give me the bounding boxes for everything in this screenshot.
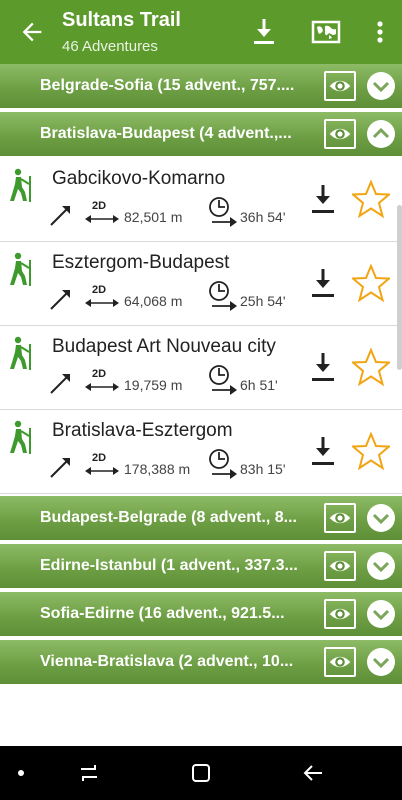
adventure-name: Bratislava-Esztergom <box>52 420 233 441</box>
app-bar: Sultans Trail 46 Adventures <box>0 0 402 64</box>
chevron-down-icon[interactable] <box>367 72 395 100</box>
group-title: Edirne-Istanbul (1 advent., 337.3... <box>40 557 298 574</box>
elevation-slope-icon <box>50 290 70 310</box>
distance-2d-icon: 2D <box>84 200 120 228</box>
overflow-menu-icon[interactable] <box>364 16 396 48</box>
group-header[interactable]: Belgrade-Sofia (15 advent., 757.... <box>0 64 402 110</box>
visibility-eye-icon[interactable] <box>324 647 356 677</box>
hiker-icon <box>10 252 31 286</box>
adventure-duration: 25h 54' <box>240 293 286 309</box>
distance-2d-icon: 2D <box>84 368 120 396</box>
group-header[interactable]: Vienna-Bratislava (2 advent., 10... <box>0 640 402 686</box>
chevron-down-icon[interactable] <box>367 552 395 580</box>
group-title: Budapest-Belgrade (8 advent., 8... <box>40 509 297 526</box>
adventure-distance: 178,388 m <box>124 461 191 477</box>
download-icon[interactable] <box>310 184 336 214</box>
home-icon[interactable] <box>188 760 214 786</box>
group-header[interactable]: Sofia-Edirne (16 advent., 921.5... <box>0 592 402 638</box>
hiker-icon <box>10 168 31 202</box>
distance-2d-icon: 2D <box>84 452 120 480</box>
back-icon[interactable] <box>300 760 326 786</box>
back-arrow-icon[interactable] <box>18 18 46 46</box>
elevation-slope-icon <box>50 458 70 478</box>
visibility-eye-icon[interactable] <box>324 119 356 149</box>
hiker-icon <box>10 420 31 454</box>
duration-clock-icon <box>209 197 237 227</box>
elevation-slope-icon <box>50 374 70 394</box>
adventure-row[interactable]: Budapest Art Nouveau city 2D 19,759 m 6h… <box>0 326 402 410</box>
adventure-duration: 36h 54' <box>240 209 286 225</box>
duration-clock-icon <box>209 365 237 395</box>
distance-2d-label: 2D <box>92 368 107 380</box>
duration-clock-icon <box>209 281 237 311</box>
map-icon[interactable] <box>310 16 342 48</box>
group-title: Belgrade-Sofia (15 advent., 757.... <box>40 77 295 94</box>
visibility-eye-icon[interactable] <box>324 599 356 629</box>
favorite-star-icon[interactable] <box>352 348 390 386</box>
visibility-eye-icon[interactable] <box>324 503 356 533</box>
download-icon[interactable] <box>310 352 336 382</box>
favorite-star-icon[interactable] <box>352 432 390 470</box>
adventure-distance: 19,759 m <box>124 377 183 393</box>
adventure-name: Budapest Art Nouveau city <box>52 336 276 357</box>
download-icon[interactable] <box>310 268 336 298</box>
chevron-up-icon[interactable] <box>367 120 395 148</box>
group-title: Sofia-Edirne (16 advent., 921.5... <box>40 605 285 622</box>
distance-2d-label: 2D <box>92 452 107 464</box>
distance-2d-label: 2D <box>92 200 107 212</box>
chevron-down-icon[interactable] <box>367 600 395 628</box>
page-title: Sultans Trail <box>62 9 181 31</box>
duration-clock-icon <box>209 449 237 479</box>
system-nav-bar <box>0 746 402 800</box>
adventure-distance: 82,501 m <box>124 209 183 225</box>
adventure-row[interactable]: Gabcikovo-Komarno 2D 82,501 m 36h 54' <box>0 158 402 242</box>
distance-2d-icon: 2D <box>84 284 120 312</box>
visibility-eye-icon[interactable] <box>324 551 356 581</box>
hiker-icon <box>10 336 31 370</box>
visibility-eye-icon[interactable] <box>324 71 356 101</box>
favorite-star-icon[interactable] <box>352 180 390 218</box>
download-icon[interactable] <box>310 436 336 466</box>
recent-apps-icon[interactable] <box>76 760 102 786</box>
download-icon[interactable] <box>248 16 280 48</box>
group-header[interactable]: Edirne-Istanbul (1 advent., 337.3... <box>0 544 402 590</box>
scrollbar-thumb[interactable] <box>397 205 402 370</box>
adventure-distance: 64,068 m <box>124 293 183 309</box>
group-header[interactable]: Bratislava-Budapest (4 advent.,... <box>0 112 402 158</box>
dot-indicator-icon[interactable] <box>8 760 34 786</box>
adventure-name: Esztergom-Budapest <box>52 252 230 273</box>
adventure-name: Gabcikovo-Komarno <box>52 168 226 189</box>
favorite-star-icon[interactable] <box>352 264 390 302</box>
adventure-row[interactable]: Bratislava-Esztergom 2D 178,388 m 83h 15… <box>0 410 402 494</box>
chevron-down-icon[interactable] <box>367 648 395 676</box>
group-header[interactable]: Budapest-Belgrade (8 advent., 8... <box>0 496 402 542</box>
page-subtitle: 46 Adventures <box>62 38 158 55</box>
adventure-duration: 6h 51' <box>240 377 278 393</box>
group-title: Vienna-Bratislava (2 advent., 10... <box>40 653 294 670</box>
elevation-slope-icon <box>50 206 70 226</box>
chevron-down-icon[interactable] <box>367 504 395 532</box>
group-title: Bratislava-Budapest (4 advent.,... <box>40 125 292 142</box>
adventure-duration: 83h 15' <box>240 461 286 477</box>
adventure-row[interactable]: Esztergom-Budapest 2D 64,068 m 25h 54' <box>0 242 402 326</box>
distance-2d-label: 2D <box>92 284 107 296</box>
